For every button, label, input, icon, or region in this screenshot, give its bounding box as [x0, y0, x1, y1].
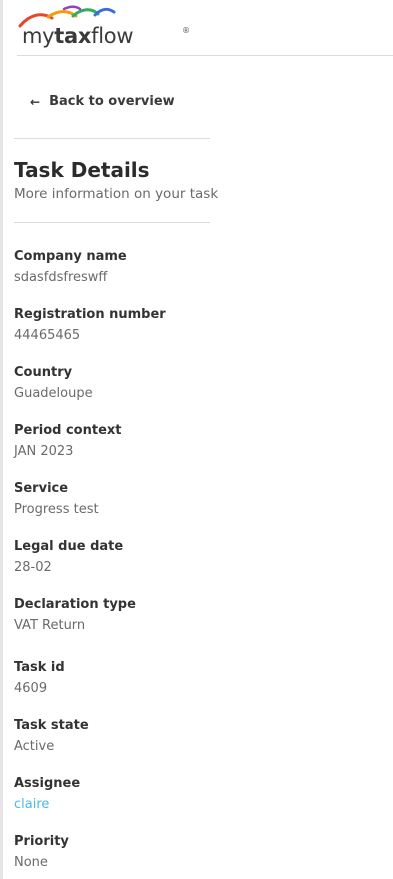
- field-legal-due-date: Legal due date 28-02: [14, 539, 123, 576]
- field-value: sdasfdsfreswff: [14, 270, 108, 285]
- assignee-link[interactable]: claire: [14, 797, 80, 813]
- field-label: Legal due date: [14, 539, 124, 554]
- field-task-id: Task id 4609: [14, 660, 65, 697]
- field-label: Priority: [14, 834, 69, 849]
- section-divider-top: [14, 138, 210, 139]
- arrow-left-icon: ←: [30, 94, 41, 109]
- field-country: Country Guadeloupe: [14, 365, 93, 402]
- field-label: Task state: [14, 718, 89, 733]
- field-value: 4609: [14, 681, 48, 696]
- field-label: Service: [14, 481, 69, 496]
- left-edge-border: [0, 0, 3, 879]
- field-priority: Priority None: [14, 834, 69, 871]
- section-divider-bottom: [14, 222, 210, 223]
- page-title: Task Details: [14, 158, 150, 182]
- field-value: Active: [14, 739, 55, 754]
- field-task-state: Task state Active: [14, 718, 89, 755]
- header-divider: [17, 55, 393, 56]
- field-value: Guadeloupe: [14, 386, 93, 401]
- field-value: 44465465: [14, 328, 81, 343]
- field-label: Assignee: [14, 776, 81, 791]
- field-label: Registration number: [14, 307, 166, 322]
- field-service: Service Progress test: [14, 481, 99, 518]
- registered-mark: ®: [182, 26, 190, 35]
- field-label: Company name: [14, 249, 127, 264]
- field-label: Country: [14, 365, 73, 380]
- field-period-context: Period context JAN 2023: [14, 423, 122, 460]
- field-label: Declaration type: [14, 597, 136, 612]
- field-label: Task id: [14, 660, 65, 675]
- field-value: 28-02: [14, 560, 52, 575]
- back-link-label: Back to overview: [49, 94, 175, 109]
- page-subtitle: More information on your task: [14, 186, 219, 202]
- back-to-overview-link[interactable]: ← Back to overview: [30, 94, 175, 109]
- field-value: JAN 2023: [14, 444, 74, 459]
- field-declaration-type: Declaration type VAT Return: [14, 597, 136, 634]
- brand-logo[interactable]: mytaxflow ®: [18, 4, 193, 52]
- logo-wordmark: mytaxflow: [22, 24, 134, 48]
- field-value: None: [14, 855, 48, 870]
- field-assignee: Assignee claire: [14, 776, 80, 813]
- field-registration-number: Registration number 44465465: [14, 307, 166, 344]
- field-value: Progress test: [14, 502, 99, 517]
- field-label: Period context: [14, 423, 122, 438]
- field-value: VAT Return: [14, 618, 86, 633]
- field-company-name: Company name sdasfdsfreswff: [14, 249, 127, 286]
